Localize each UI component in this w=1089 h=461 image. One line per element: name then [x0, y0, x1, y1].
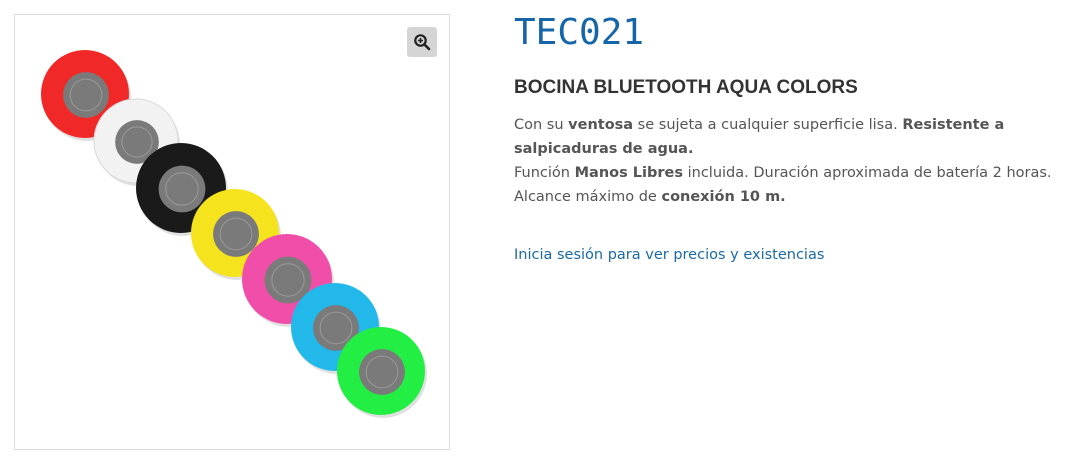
- product-description: Con su ventosa se sujeta a cualquier sup…: [514, 113, 1084, 209]
- description-paragraph: Función Manos Libres incluida. Duración …: [514, 165, 1052, 205]
- product-sku: TEC021: [514, 12, 645, 53]
- description-paragraph: Con su ventosa se sujeta a cualquier sup…: [514, 117, 1005, 157]
- product-image[interactable]: [15, 15, 450, 450]
- zoom-in-icon: [414, 34, 431, 51]
- login-for-prices-link[interactable]: Inicia sesión para ver precios y existen…: [514, 244, 824, 266]
- zoom-button[interactable]: [407, 27, 437, 57]
- speaker-7: [337, 327, 427, 418]
- product-title: BOCINA BLUETOOTH AQUA COLORS: [514, 77, 858, 98]
- product-image-gallery: [14, 14, 450, 450]
